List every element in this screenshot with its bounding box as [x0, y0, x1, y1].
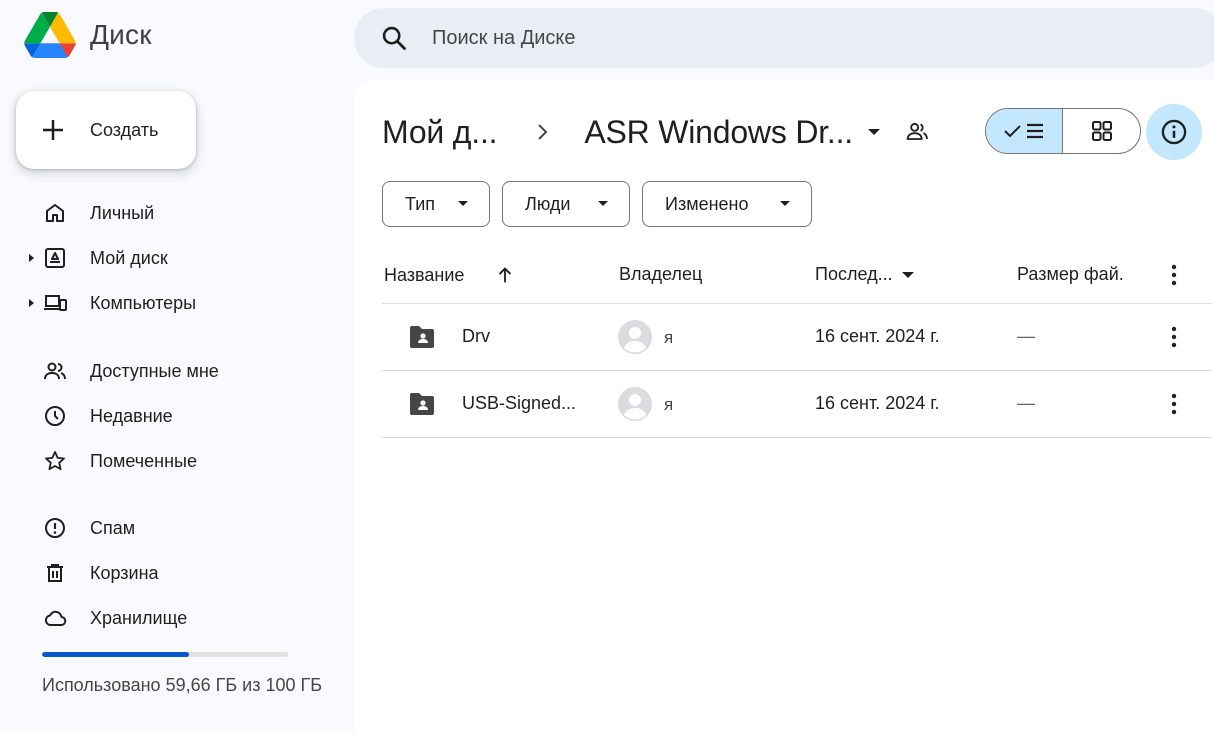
- sidebar: Диск Создать Личный Мой диск Компьютеры …: [0, 0, 352, 732]
- sidebar-item-label: Спам: [90, 517, 136, 538]
- table-row[interactable]: Drv я 16 сент. 2024 г. —: [382, 304, 1212, 371]
- table-header: Название Владелец Послед... Размер фай.: [382, 244, 1212, 304]
- file-owner: я: [664, 328, 674, 347]
- filter-label: Изменено: [665, 193, 749, 214]
- sidebar-item-trash[interactable]: Корзина: [0, 553, 340, 593]
- column-header-size[interactable]: Размер фай.: [1017, 264, 1124, 285]
- sidebar-item-label: Корзина: [90, 562, 159, 583]
- row-more-button[interactable]: [1162, 391, 1186, 417]
- sidebar-item-label: Личный: [90, 202, 155, 223]
- main-panel: Мой д... ASR Windows Dr... Тип Люди Изме…: [354, 80, 1214, 732]
- grid-view-button[interactable]: [1063, 109, 1140, 153]
- filter-modified-chip[interactable]: Изменено: [642, 181, 812, 227]
- sidebar-item-computers[interactable]: Компьютеры: [0, 283, 340, 323]
- sort-arrow-up-icon[interactable]: [494, 264, 516, 286]
- avatar-icon: [618, 387, 652, 421]
- filter-label: Люди: [525, 193, 571, 214]
- shared-folder-people-icon[interactable]: [903, 118, 931, 146]
- sidebar-item-label: Хранилище: [90, 607, 188, 628]
- filter-type-chip[interactable]: Тип: [382, 181, 490, 227]
- column-header-name[interactable]: Название: [384, 264, 516, 286]
- plus-icon: [43, 120, 63, 140]
- filter-label: Тип: [405, 193, 436, 214]
- sidebar-item-label: Мой диск: [90, 247, 168, 268]
- file-table: Название Владелец Послед... Размер фай.: [382, 244, 1212, 438]
- breadcrumb-parent[interactable]: Мой д...: [382, 114, 498, 151]
- search-input[interactable]: [432, 18, 1032, 58]
- storage-bar-fill: [42, 652, 189, 657]
- column-options-button[interactable]: [1162, 262, 1186, 288]
- drive-logo-icon: [24, 12, 76, 58]
- sidebar-item-label: Компьютеры: [90, 292, 197, 313]
- create-label: Создать: [90, 119, 159, 140]
- shared-with-me-icon: [42, 358, 68, 384]
- dropdown-arrow-icon[interactable]: [867, 127, 881, 137]
- list-view-button[interactable]: [986, 109, 1063, 153]
- dropdown-arrow-icon: [598, 201, 608, 206]
- info-icon: [1161, 119, 1187, 145]
- details-info-button[interactable]: [1146, 104, 1202, 160]
- sidebar-item-recent[interactable]: Недавние: [0, 396, 340, 436]
- table-row[interactable]: USB-Signed... я 16 сент. 2024 г. —: [382, 371, 1212, 438]
- column-header-modified[interactable]: Послед...: [815, 264, 915, 285]
- more-vert-icon: [1171, 264, 1177, 286]
- drive-app: Диск Создать Личный Мой диск Компьютеры …: [0, 0, 1214, 732]
- column-header-label: Размер фай.: [1017, 264, 1124, 284]
- file-owner: я: [664, 395, 674, 414]
- avatar-icon: [618, 320, 652, 354]
- breadcrumb: Мой д... ASR Windows Dr...: [382, 110, 931, 154]
- filter-people-chip[interactable]: Люди: [502, 181, 630, 227]
- dropdown-arrow-icon[interactable]: [901, 270, 915, 280]
- dropdown-arrow-icon: [780, 201, 790, 206]
- trash-icon: [42, 560, 68, 586]
- file-name[interactable]: USB-Signed...: [462, 393, 576, 414]
- sidebar-item-label: Недавние: [90, 405, 173, 426]
- breadcrumb-current[interactable]: ASR Windows Dr...: [584, 114, 853, 151]
- sidebar-item-starred[interactable]: Помеченные: [0, 441, 340, 481]
- sidebar-item-storage[interactable]: Хранилище: [0, 598, 340, 638]
- row-more-button[interactable]: [1162, 324, 1186, 350]
- shared-folder-icon: [410, 326, 434, 348]
- logo[interactable]: Диск: [24, 12, 152, 58]
- home-icon: [42, 200, 68, 226]
- search-bar[interactable]: [354, 8, 1214, 68]
- expand-caret-icon[interactable]: [28, 253, 36, 263]
- storage-bar: [42, 652, 288, 657]
- cloud-icon: [42, 605, 68, 631]
- sidebar-item-label: Помеченные: [90, 450, 197, 471]
- more-vert-icon: [1171, 393, 1177, 415]
- sidebar-item-label: Доступные мне: [90, 360, 219, 381]
- shared-folder-icon: [410, 393, 434, 415]
- more-vert-icon: [1171, 326, 1177, 348]
- file-name[interactable]: Drv: [462, 326, 490, 347]
- app-name: Диск: [90, 19, 152, 50]
- sidebar-item-personal[interactable]: Личный: [0, 193, 340, 233]
- storage-usage-text[interactable]: Использовано 59,66 ГБ из 100 ГБ: [42, 672, 332, 699]
- sidebar-item-spam[interactable]: Спам: [0, 508, 340, 548]
- my-drive-icon: [42, 245, 68, 271]
- view-toggle: [985, 108, 1141, 154]
- dropdown-arrow-icon: [458, 201, 468, 206]
- clock-icon: [42, 403, 68, 429]
- check-list-icon: [1004, 123, 1043, 139]
- column-header-label: Название: [384, 264, 465, 285]
- file-size: —: [1017, 393, 1035, 413]
- sidebar-item-my-drive[interactable]: Мой диск: [0, 238, 340, 278]
- sidebar-item-shared-with-me[interactable]: Доступные мне: [0, 351, 340, 391]
- file-modified: 16 сент. 2024 г.: [815, 393, 940, 413]
- star-icon: [42, 448, 68, 474]
- create-button[interactable]: Создать: [16, 91, 196, 169]
- file-modified: 16 сент. 2024 г.: [815, 326, 940, 346]
- search-icon[interactable]: [380, 24, 408, 52]
- expand-caret-icon[interactable]: [28, 298, 36, 308]
- spam-icon: [42, 515, 68, 541]
- chevron-right-icon: [538, 124, 548, 140]
- computers-icon: [42, 290, 68, 316]
- column-header-label: Владелец: [619, 264, 703, 284]
- grid-icon: [1091, 121, 1112, 141]
- column-header-label: Послед...: [815, 264, 893, 284]
- column-header-owner[interactable]: Владелец: [619, 264, 702, 285]
- file-size: —: [1017, 326, 1035, 346]
